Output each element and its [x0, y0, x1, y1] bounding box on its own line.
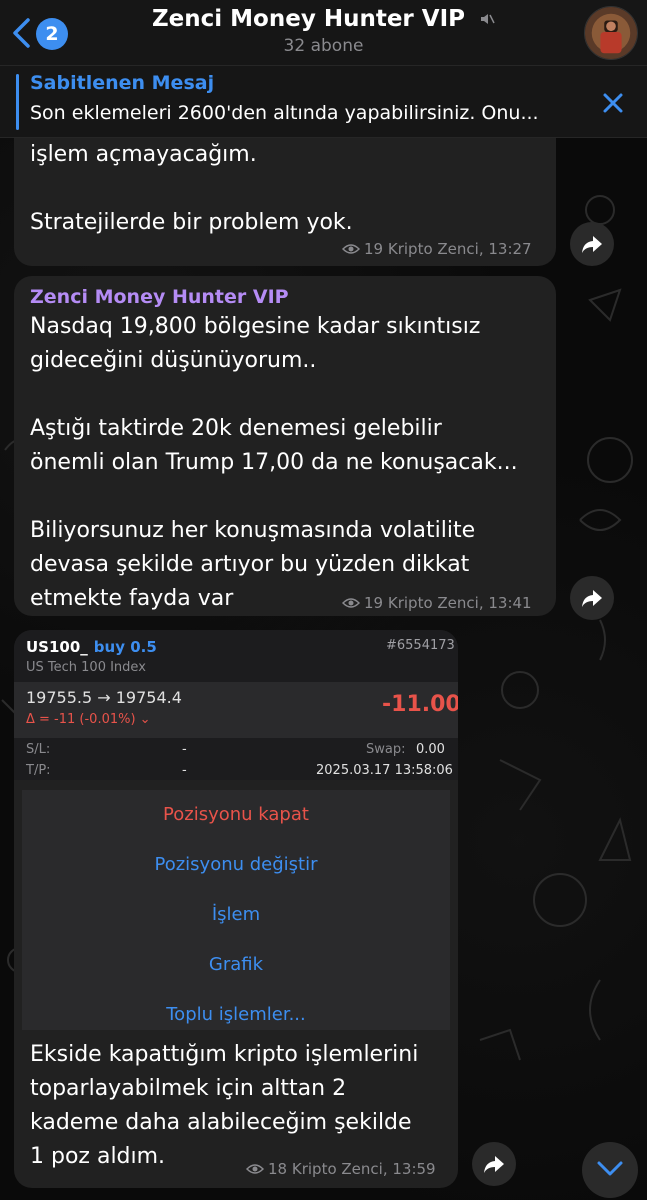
trade-profit-loss: -11.00 [382, 692, 458, 717]
bulk-operations-action[interactable]: Toplu işlemler... [22, 1004, 450, 1025]
eye-icon [342, 598, 360, 608]
message-bubble[interactable]: Zenci Money Hunter VIP Nasdaq 19,800 böl… [14, 276, 556, 616]
pinned-indicator [16, 74, 19, 130]
unread-badge: 2 [36, 18, 68, 50]
message-meta: 18 Kripto Zenci, 13:59 [246, 1160, 436, 1178]
view-count: 19 [364, 240, 384, 258]
back-button[interactable]: 2 [8, 12, 68, 54]
message-time: 13:27 [488, 240, 532, 258]
sl-label: S/L: [26, 742, 51, 757]
channel-avatar[interactable] [584, 6, 638, 60]
chart-action[interactable]: Grafik [22, 954, 450, 975]
message-author: Kripto Zenci [291, 1160, 383, 1178]
subscriber-count: 32 abone [283, 36, 364, 56]
share-button[interactable] [472, 1142, 516, 1186]
close-icon[interactable] [598, 88, 628, 118]
message-bubble[interactable]: US100_ buy 0.5 #6554173 US Tech 100 Index… [14, 630, 458, 1188]
share-button[interactable] [570, 576, 614, 620]
message-meta: 19 Kripto Zenci, 13:27 [342, 240, 532, 258]
trade-prices: 19755.5 → 19754.4 [26, 688, 182, 707]
share-button[interactable] [570, 222, 614, 266]
pinned-message-bar[interactable]: Sabitlenen Mesaj Son eklemeleri 2600'den… [0, 66, 647, 138]
message-author: Kripto Zenci [387, 240, 479, 258]
scroll-to-bottom-button[interactable] [582, 1142, 638, 1198]
chevron-left-icon [13, 18, 30, 48]
message-text: Nasdaq 19,800 bölgesine kadar sıkıntısız… [30, 314, 518, 611]
swap-label: Swap: [366, 742, 406, 757]
message-author: Kripto Zenci [387, 594, 479, 612]
message-text: Ekside kapattığım kripto işlemlerini top… [30, 1042, 419, 1169]
view-count: 18 [268, 1160, 288, 1178]
action-sheet: Pozisyonu kapat Pozisyonu değiştir İşlem… [22, 790, 450, 1030]
eye-icon [342, 244, 360, 254]
trade-id: #6554173 [386, 638, 455, 653]
trade-screenshot[interactable]: US100_ buy 0.5 #6554173 US Tech 100 Index… [14, 630, 458, 780]
message-bubble[interactable]: işlem açmayacağım. Stratejilerde bir pro… [14, 138, 556, 266]
trade-price-row: 19755.5 → 19754.4 Δ = -11 (-0.01%) ⌄ -11… [14, 682, 458, 738]
trade-header: US100_ buy 0.5 [26, 638, 157, 656]
message-sender: Zenci Money Hunter VIP [30, 286, 289, 308]
close-position-action[interactable]: Pozisyonu kapat [22, 804, 450, 825]
trade-symbol: US100_ [26, 638, 88, 656]
swap-value: 0.00 [416, 742, 445, 757]
trade-side: buy 0.5 [93, 638, 157, 656]
pinned-text: Son eklemeleri 2600'den altında yapabili… [30, 102, 539, 124]
muted-icon [481, 14, 495, 24]
trade-instrument-name: US Tech 100 Index [26, 660, 146, 675]
tp-label: T/P: [26, 763, 51, 778]
eye-icon [246, 1164, 264, 1174]
chat-header: 2 Zenci Money Hunter VIP 32 abone [0, 0, 647, 66]
trade-delta: Δ = -11 (-0.01%) ⌄ [26, 712, 151, 727]
tp-value: - [182, 763, 187, 778]
share-arrow-icon [582, 590, 602, 607]
channel-title-text: Zenci Money Hunter VIP [151, 6, 465, 32]
modify-position-action[interactable]: Pozisyonu değiştir [22, 854, 450, 875]
channel-title[interactable]: Zenci Money Hunter VIP [150, 6, 497, 32]
view-count: 19 [364, 594, 384, 612]
pinned-title: Sabitlenen Mesaj [30, 72, 215, 94]
message-time: 13:41 [488, 594, 532, 612]
sl-value: - [182, 742, 187, 757]
share-arrow-icon [582, 236, 602, 253]
trade-datetime: 2025.03.17 13:58:06 [316, 763, 453, 778]
trade-action[interactable]: İşlem [22, 904, 450, 925]
message-time: 13:59 [392, 1160, 436, 1178]
message-text: işlem açmayacağım. Stratejilerde bir pro… [30, 142, 353, 235]
share-arrow-icon [484, 1156, 504, 1173]
message-meta: 19 Kripto Zenci, 13:41 [342, 594, 532, 612]
chevron-down-icon [597, 1161, 623, 1176]
